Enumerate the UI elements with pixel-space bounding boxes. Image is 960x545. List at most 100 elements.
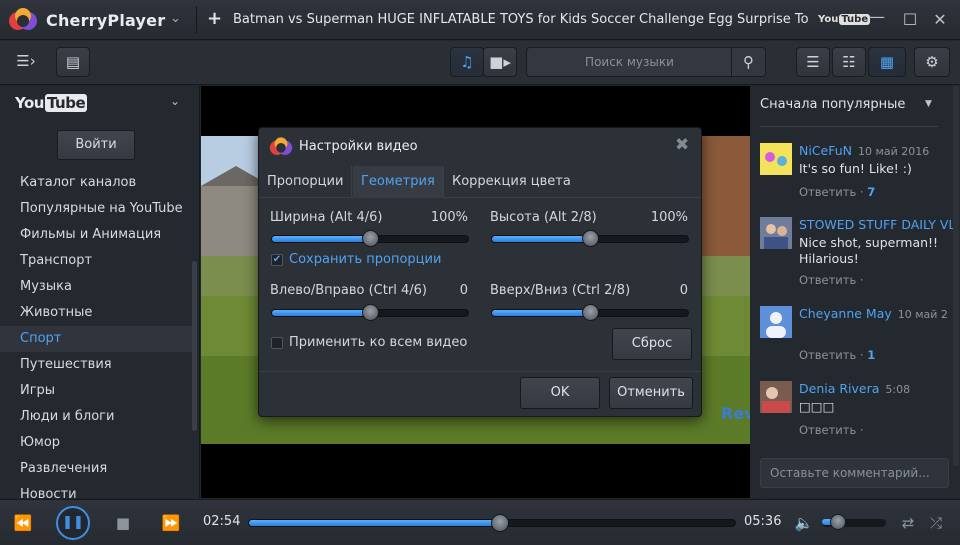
comment-author[interactable]: NiCeFuN 10 май 2016 (799, 143, 929, 158)
video-mode-camera-icon[interactable]: ■▸ (483, 47, 517, 77)
comment-input-box (760, 458, 949, 488)
tab-geometry[interactable]: Геометрия (353, 166, 444, 198)
reply-link[interactable]: Ответить · (799, 273, 864, 287)
sidebar-item[interactable]: Юмор (0, 430, 192, 456)
divider (259, 371, 701, 372)
comment-sort-dropdown[interactable]: Сначала популярные (760, 97, 905, 112)
width-label: Ширина (Alt 4/6) (270, 210, 383, 225)
service-chevron-down-icon[interactable]: ⌄ (170, 94, 180, 108)
seek-bar[interactable] (248, 514, 736, 532)
vertical-slider-handle[interactable] (582, 304, 599, 321)
avatar[interactable] (760, 217, 792, 249)
tab-color-correction[interactable]: Коррекция цвета (444, 166, 579, 198)
width-value: 100% (430, 210, 468, 225)
ok-button[interactable]: OK (520, 377, 600, 409)
sidebar-item-active[interactable]: Спорт (0, 326, 192, 352)
width-slider-handle[interactable] (362, 230, 379, 247)
comments-scrollbar[interactable] (953, 86, 959, 466)
comment-author[interactable]: Cheyanne May 10 май 2 (799, 306, 948, 321)
vertical-offset-label: Вверх/Вниз (Ctrl 2/8) (490, 283, 631, 298)
avatar[interactable] (760, 143, 792, 175)
vertical-offset-slider[interactable] (491, 304, 689, 321)
reply-link[interactable]: Ответить · 7 (799, 185, 875, 199)
avatar[interactable] (760, 306, 792, 338)
keep-aspect-checkbox[interactable]: ✔ (271, 254, 283, 266)
login-button[interactable]: Войти (57, 130, 135, 160)
sidebar-item[interactable]: Игры (0, 378, 192, 404)
horizontal-slider-fill (272, 310, 370, 316)
sidebar-item[interactable]: Популярные на YouTube (0, 196, 192, 222)
volume-slider[interactable] (822, 514, 886, 530)
close-icon[interactable]: ✕ (929, 9, 951, 31)
pause-button[interactable]: ❚❚ (56, 506, 90, 540)
dialog-close-icon[interactable]: ✖ (675, 135, 689, 155)
maximize-icon[interactable]: ☐ (899, 9, 921, 31)
previous-track-icon[interactable]: ⏪ (10, 508, 36, 538)
height-slider[interactable] (491, 230, 689, 247)
avatar[interactable] (760, 381, 792, 413)
tab-proportions[interactable]: Пропорции (259, 166, 353, 198)
horizontal-offset-slider[interactable] (271, 304, 469, 321)
apply-all-checkbox[interactable] (271, 337, 283, 349)
height-value: 100% (650, 210, 688, 225)
player-controls: ⏪ ❚❚ ■ ⏩ 02:54 05:36 🔈 ⇄ ⤮ (0, 499, 960, 545)
width-slider-fill (272, 236, 370, 242)
reply-link[interactable]: Ответить · (799, 423, 864, 437)
sidebar-toggle-menu-icon[interactable]: ☰› (6, 47, 46, 77)
dialog-tabs: Пропорции Геометрия Коррекция цвета (259, 166, 701, 198)
seek-progress (249, 520, 500, 526)
volume-speaker-icon[interactable]: 🔈 (792, 508, 816, 538)
reply-link[interactable]: Ответить · 1 (799, 348, 875, 362)
comments-panel: Сначала популярные ▼ NiCeFuN 10 май 2016 … (751, 86, 960, 498)
stop-icon[interactable]: ■ (112, 508, 134, 538)
volume-handle[interactable] (830, 514, 846, 530)
comment-author[interactable]: STOWED STUFF DAILY VL (799, 217, 955, 232)
reset-button[interactable]: Сброс (612, 328, 692, 360)
sort-caret-down-icon[interactable]: ▼ (925, 99, 932, 109)
category-list: Каталог каналов Популярные на YouTube Фи… (0, 170, 192, 498)
horizontal-offset-value: 0 (459, 283, 468, 298)
settings-gear-icon[interactable]: ⚙ (914, 47, 950, 77)
grid-view-icon[interactable]: ▦ (868, 47, 906, 77)
comment-input[interactable] (761, 459, 948, 487)
playlist-panel-icon[interactable]: ▤ (56, 47, 90, 77)
sidebar-item[interactable]: Люди и блоги (0, 404, 192, 430)
seek-handle[interactable] (490, 514, 509, 532)
cancel-button[interactable]: Отменить (609, 377, 693, 409)
next-track-icon[interactable]: ⏩ (158, 508, 184, 538)
comment-text: □□□ (799, 399, 835, 414)
detailed-list-view-icon[interactable]: ☷ (832, 47, 866, 77)
app-name[interactable]: CherryPlayer (46, 11, 165, 30)
music-mode-icon[interactable]: ♫ (450, 47, 484, 77)
cherryplayer-logo-icon (269, 137, 293, 155)
search-input[interactable] (527, 48, 732, 76)
youtube-service-logo[interactable]: You Tube (15, 94, 88, 112)
current-time: 02:54 (203, 514, 241, 529)
search-icon[interactable]: ⚲ (731, 48, 765, 76)
sidebar-item[interactable]: Каталог каналов (0, 170, 192, 196)
minimize-icon[interactable]: — (866, 6, 888, 28)
sidebar-item[interactable]: Фильмы и Анимация (0, 222, 192, 248)
sidebar-item[interactable]: Животные (0, 300, 192, 326)
sidebar-item[interactable]: Развлечения (0, 456, 192, 482)
menu-chevron-down-icon[interactable]: ⌄ (170, 11, 181, 26)
app-window: CherryPlayer ⌄ + Batman vs Superman HUGE… (0, 0, 960, 545)
list-view-icon[interactable]: ☰ (796, 47, 830, 77)
height-slider-handle[interactable] (582, 230, 599, 247)
repeat-icon[interactable]: ⇄ (897, 508, 919, 538)
add-tab-plus-icon[interactable]: + (207, 8, 222, 29)
keep-aspect-label[interactable]: Сохранить пропорции (289, 252, 441, 267)
apply-all-label[interactable]: Применить ко всем видео (289, 335, 467, 350)
sidebar-item[interactable]: Музыка (0, 274, 192, 300)
like-count: 1 (867, 348, 876, 362)
sidebar: You Tube ⌄ Войти Каталог каналов Популярн… (0, 86, 200, 498)
shuffle-icon[interactable]: ⤮ (925, 508, 947, 538)
sidebar-item[interactable]: Новости (0, 482, 192, 498)
sidebar-item[interactable]: Путешествия (0, 352, 192, 378)
sidebar-scrollbar[interactable] (192, 261, 197, 431)
horizontal-slider-handle[interactable] (362, 304, 379, 321)
vertical-slider-fill (492, 310, 590, 316)
comment-author[interactable]: Denia Rivera 5:08 (799, 381, 910, 396)
width-slider[interactable] (271, 230, 469, 247)
sidebar-item[interactable]: Транспорт (0, 248, 192, 274)
